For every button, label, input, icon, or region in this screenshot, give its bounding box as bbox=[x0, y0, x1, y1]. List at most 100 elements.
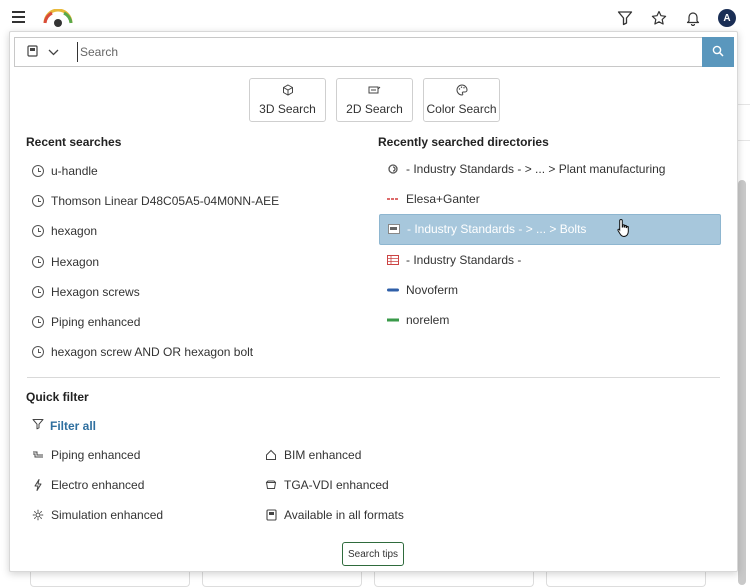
avatar[interactable]: A bbox=[718, 9, 736, 27]
filter-icon bbox=[32, 418, 44, 433]
result-card[interactable] bbox=[202, 572, 362, 587]
recent-search-label: Hexagon bbox=[51, 254, 100, 269]
result-card[interactable] bbox=[546, 572, 706, 587]
directory-label: Novoferm bbox=[406, 282, 459, 297]
elesa-ganter-logo-icon bbox=[387, 195, 399, 204]
recent-search-label: hexagon screw AND OR hexagon bolt bbox=[51, 345, 254, 360]
result-card[interactable] bbox=[30, 572, 190, 587]
bolts-thumbnail-icon bbox=[388, 224, 400, 235]
directory-item[interactable]: Elesa+Ganter bbox=[379, 184, 721, 214]
star-icon[interactable] bbox=[650, 9, 668, 27]
recent-search-item[interactable]: Piping enhanced bbox=[32, 307, 362, 337]
recent-search-item[interactable]: Hexagon screws bbox=[32, 277, 362, 307]
background-divider bbox=[738, 104, 750, 105]
filter-icon[interactable] bbox=[616, 9, 634, 27]
search-tips-button[interactable]: Search tips bbox=[342, 542, 404, 566]
search-icon bbox=[712, 45, 724, 60]
section-divider bbox=[27, 377, 720, 378]
2d-search-button[interactable]: 2D Search bbox=[336, 78, 413, 122]
novoferm-logo-icon bbox=[387, 285, 399, 294]
background-divider bbox=[738, 140, 750, 141]
chevron-down-icon bbox=[48, 45, 59, 59]
sketch-icon bbox=[368, 85, 381, 99]
directory-item[interactable]: norelem bbox=[379, 305, 721, 335]
quick-filter-simulation[interactable]: Simulation enhanced bbox=[32, 508, 163, 522]
lightning-icon bbox=[32, 479, 44, 491]
history-icon bbox=[32, 165, 44, 178]
recent-search-label: Piping enhanced bbox=[51, 315, 141, 330]
quick-filter-title: Quick filter bbox=[26, 390, 89, 404]
result-card[interactable] bbox=[374, 572, 534, 587]
3d-search-label: 3D Search bbox=[259, 102, 316, 116]
quick-filter-label: Available in all formats bbox=[284, 508, 404, 522]
recent-search-label: hexagon bbox=[51, 224, 98, 239]
recent-search-label: Hexagon screws bbox=[51, 284, 140, 299]
cube-icon bbox=[282, 84, 294, 99]
directory-label: - Industry Standards - > ... > Plant man… bbox=[406, 162, 666, 177]
standards-logo-icon bbox=[387, 164, 399, 174]
color-search-button[interactable]: Color Search bbox=[423, 78, 500, 122]
standards-table-icon bbox=[387, 254, 399, 265]
history-icon bbox=[32, 316, 44, 329]
recent-search-label: Thomson Linear D48C05A5-04M0NN-AEE bbox=[51, 194, 280, 209]
hamburger-menu-icon[interactable] bbox=[12, 11, 25, 23]
quick-filter-label: Electro enhanced bbox=[51, 478, 145, 492]
directory-label: norelem bbox=[406, 313, 450, 328]
2d-search-label: 2D Search bbox=[346, 101, 403, 116]
quick-filter-label: Simulation enhanced bbox=[51, 508, 164, 522]
3d-search-button[interactable]: 3D Search bbox=[249, 78, 326, 122]
directory-item[interactable]: - Industry Standards - bbox=[379, 245, 721, 275]
directory-item[interactable]: Novoferm bbox=[379, 275, 721, 305]
recent-searches-title: Recent searches bbox=[26, 135, 122, 149]
directory-label: - Industry Standards - > ... > Bolts bbox=[407, 222, 587, 237]
filter-all-link[interactable]: Filter all bbox=[32, 418, 96, 433]
search-dropdown-panel: 3D Search 2D Search Color Search Recent … bbox=[9, 31, 738, 572]
catalog-book-icon bbox=[27, 44, 38, 60]
recent-search-label: u-handle bbox=[51, 164, 98, 179]
background-scrollbar[interactable] bbox=[738, 180, 746, 585]
directory-item[interactable]: - Industry Standards - > ... > Plant man… bbox=[379, 154, 721, 184]
history-icon bbox=[32, 195, 44, 208]
quick-filter-label: Piping enhanced bbox=[51, 448, 141, 462]
history-icon bbox=[32, 346, 44, 359]
formats-icon bbox=[265, 509, 277, 521]
filter-all-label: Filter all bbox=[50, 418, 97, 433]
quick-filter-tga-vdi[interactable]: TGA-VDI enhanced bbox=[265, 478, 389, 492]
catalog-selector[interactable] bbox=[15, 38, 71, 66]
search-button[interactable] bbox=[702, 37, 734, 67]
recent-directories-title: Recently searched directories bbox=[378, 135, 549, 149]
recent-search-item[interactable]: hexagon bbox=[32, 216, 362, 246]
norelem-logo-icon bbox=[387, 316, 399, 325]
recent-searches-list: u-handle Thomson Linear D48C05A5-04M0NN-… bbox=[32, 156, 362, 367]
recent-search-item[interactable]: Thomson Linear D48C05A5-04M0NN-AEE bbox=[32, 186, 362, 216]
house-icon bbox=[265, 449, 277, 461]
history-icon bbox=[32, 255, 44, 268]
gauge-logo-icon[interactable] bbox=[42, 8, 74, 27]
quick-filter-piping[interactable]: Piping enhanced bbox=[32, 448, 140, 462]
history-icon bbox=[32, 225, 44, 238]
gear-icon bbox=[32, 509, 44, 521]
recent-search-item[interactable]: u-handle bbox=[32, 156, 362, 186]
quick-filter-label: TGA-VDI enhanced bbox=[284, 478, 389, 492]
color-search-label: Color Search bbox=[426, 102, 497, 116]
quick-filter-bim[interactable]: BIM enhanced bbox=[265, 448, 361, 462]
search-input[interactable] bbox=[77, 42, 697, 62]
directory-label: - Industry Standards - bbox=[406, 252, 522, 267]
palette-icon bbox=[456, 84, 468, 99]
history-icon bbox=[32, 285, 44, 298]
duct-icon bbox=[265, 479, 277, 491]
quick-filter-electro[interactable]: Electro enhanced bbox=[32, 478, 144, 492]
bell-icon[interactable] bbox=[684, 9, 702, 27]
quick-filter-all-formats[interactable]: Available in all formats bbox=[265, 508, 404, 522]
search-bar bbox=[14, 37, 734, 67]
quick-filter-label: BIM enhanced bbox=[284, 448, 362, 462]
background-results bbox=[30, 572, 730, 587]
piping-icon bbox=[32, 449, 44, 461]
top-app-bar: A bbox=[0, 0, 750, 34]
search-mode-buttons: 3D Search 2D Search Color Search bbox=[249, 78, 500, 122]
directory-item-selected[interactable]: - Industry Standards - > ... > Bolts bbox=[379, 214, 721, 245]
recent-search-item[interactable]: hexagon screw AND OR hexagon bolt bbox=[32, 337, 362, 367]
hand-cursor-icon bbox=[616, 218, 632, 238]
recent-search-item[interactable]: Hexagon bbox=[32, 247, 362, 277]
recent-directories-list: - Industry Standards - > ... > Plant man… bbox=[379, 154, 721, 335]
